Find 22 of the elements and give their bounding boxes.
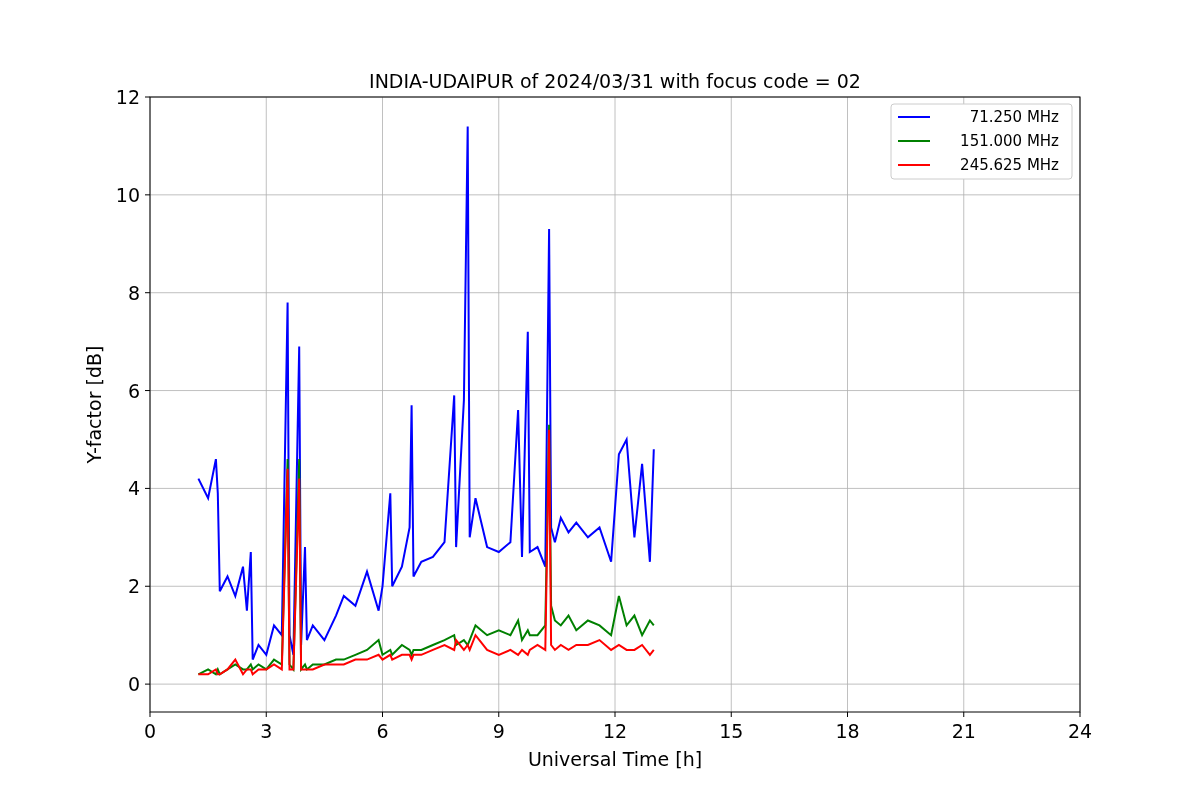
tick-label: 12 [115,86,140,108]
legend-label: 71.250 MHz [969,108,1059,126]
tick-label: 15 [719,720,744,742]
tick-label: 21 [951,720,976,742]
legend-label: 245.625 MHz [960,156,1059,174]
chart-title: INDIA-UDAIPUR of 2024/03/31 with focus code = 02 [369,70,861,92]
tick-label: 18 [835,720,860,742]
tick-label: 4 [127,477,140,500]
tick-label: 2 [127,575,140,598]
tick-label: 10 [115,183,140,206]
axis-label: Y-factor [dB] [83,345,105,464]
tick-label: 3 [260,720,273,742]
tick-label: 8 [127,281,140,304]
tick-label: 6 [127,379,140,402]
tick-label: 12 [602,720,628,742]
tick-label: 24 [1067,720,1093,742]
legend-label: 151.000 MHz [960,132,1059,150]
tick-label: 6 [376,720,389,742]
axis-label: Universal Time [h] [527,748,703,770]
tick-label: 0 [143,720,157,742]
tick-label: 9 [492,720,505,742]
tick-label: 0 [127,673,140,696]
